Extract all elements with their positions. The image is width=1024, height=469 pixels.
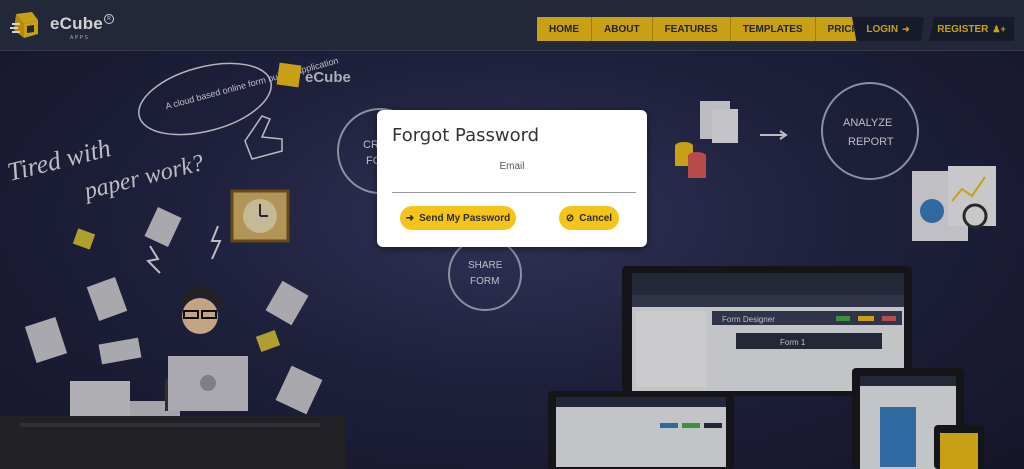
sign-in-icon: ➜ — [405, 212, 415, 224]
email-label: Email — [499, 161, 525, 172]
dialog-title: Forgot Password — [392, 125, 540, 146]
email-field[interactable] — [392, 178, 636, 193]
send-password-button[interactable]: ➜ Send My Password — [400, 206, 516, 230]
forgot-password-dialog: Forgot Password Email ➜ Send My Password… — [377, 110, 647, 247]
cancel-button[interactable]: ⊘ Cancel — [559, 206, 619, 230]
cancel-label: Cancel — [579, 212, 613, 224]
ban-icon: ⊘ — [565, 212, 575, 224]
send-password-label: Send My Password — [419, 212, 511, 224]
